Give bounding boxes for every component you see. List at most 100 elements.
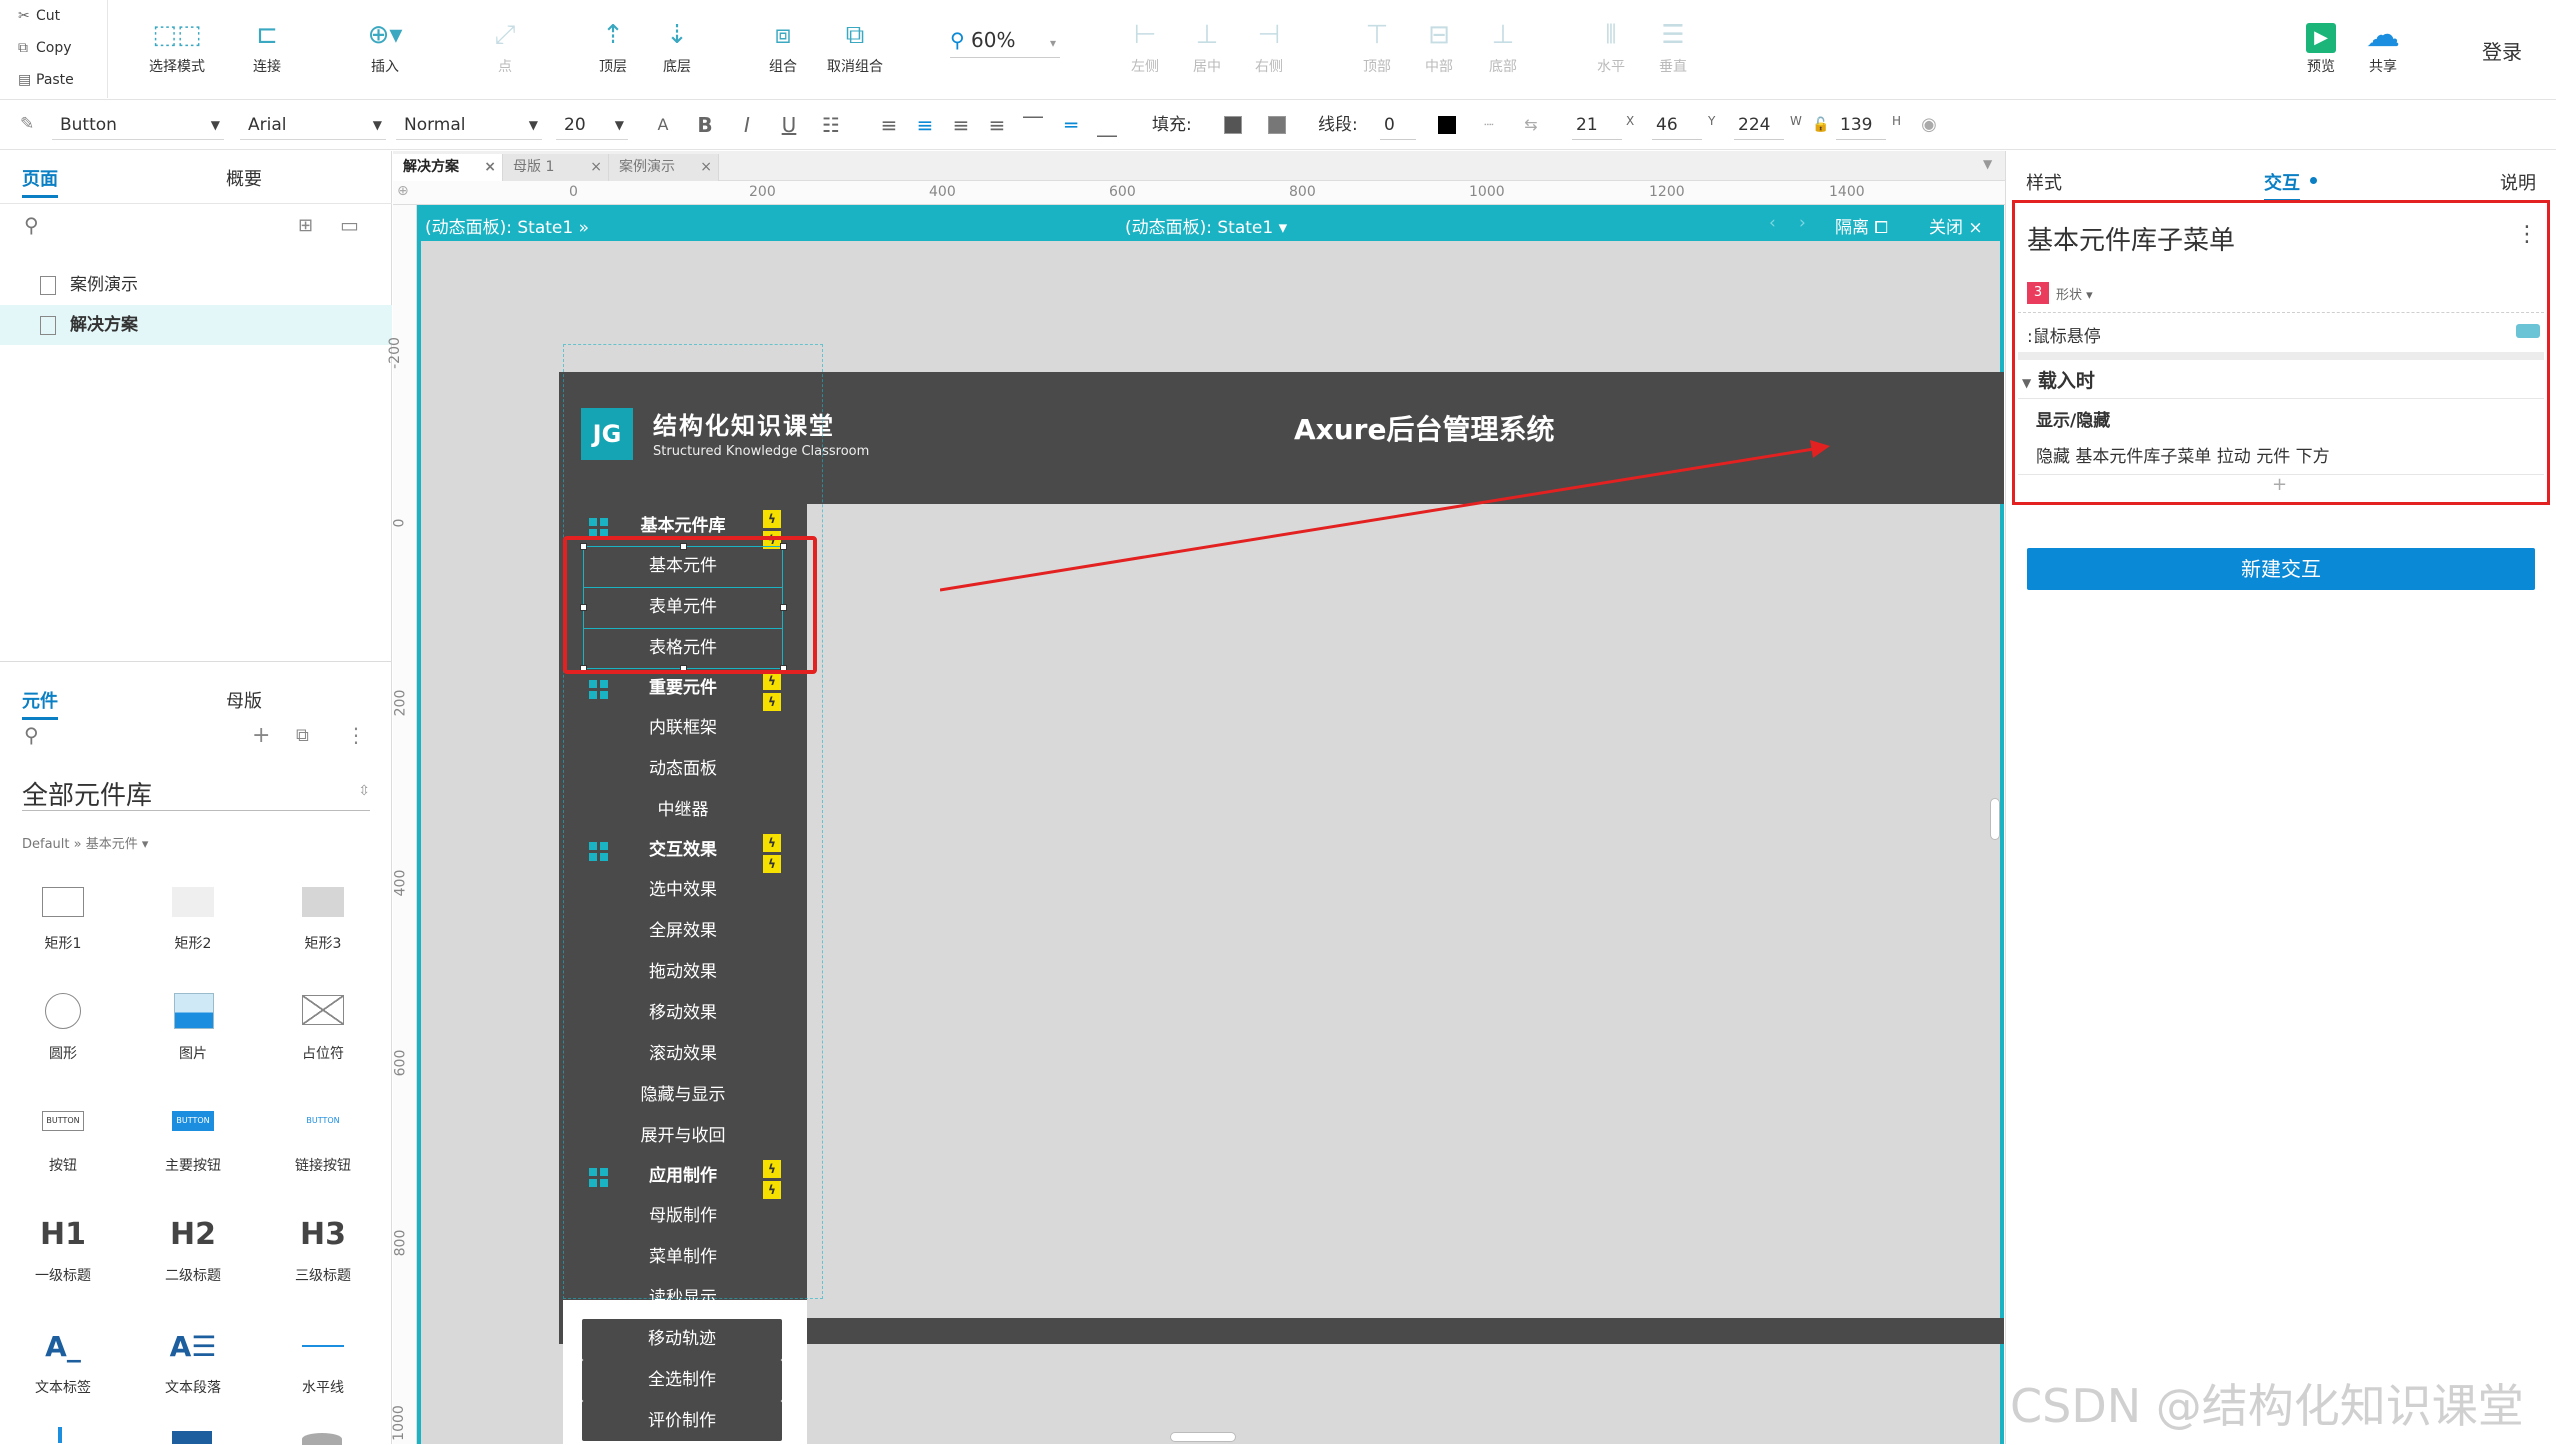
paste-button[interactable]: ▤ Paste bbox=[0, 64, 107, 96]
add-page-icon[interactable]: ⊞ bbox=[298, 215, 313, 236]
widget-h3[interactable]: H3 三级标题 bbox=[268, 1205, 378, 1285]
widget-rectangle3[interactable]: 矩形3 bbox=[268, 873, 378, 953]
vertical-scroll-handle[interactable] bbox=[1990, 798, 2000, 840]
login-link[interactable]: 登录 bbox=[2482, 36, 2522, 65]
close-panel-button[interactable]: 关闭 × bbox=[1929, 213, 1983, 238]
h1-icon: H1 bbox=[40, 1217, 86, 1252]
tab-pages[interactable]: 页面 bbox=[22, 165, 58, 198]
widget-button[interactable]: BUTTON 按钮 bbox=[8, 1095, 118, 1175]
tab-master1[interactable]: 母版 1 × bbox=[503, 154, 609, 181]
tabs-menu-icon[interactable]: ▼ bbox=[1983, 157, 1992, 171]
dynamic-panel-state-select[interactable]: (动态面板): State1 ▾ bbox=[1125, 213, 1287, 238]
more-icon[interactable]: ⋮ bbox=[346, 723, 366, 747]
search-icon[interactable]: ⚲ bbox=[24, 213, 39, 237]
widget-text-label[interactable]: A_ 文本标签 bbox=[8, 1317, 118, 1397]
new-interaction-button[interactable]: 新建交互 bbox=[2027, 548, 2535, 590]
widget-type-select[interactable]: Button ▼ bbox=[52, 110, 224, 140]
connect-button[interactable]: ⊏ 连接 bbox=[222, 14, 312, 76]
valign-top-icon[interactable]: ⎺ bbox=[1020, 110, 1046, 140]
font-style-select[interactable]: Normal ▼ bbox=[396, 110, 542, 140]
italic-icon[interactable]: I bbox=[734, 110, 760, 140]
prev-state-icon[interactable]: ‹ bbox=[1769, 213, 1776, 233]
widget-h1[interactable]: H1 一级标题 bbox=[8, 1205, 118, 1285]
line-color-swatch[interactable] bbox=[1438, 116, 1456, 134]
ungroup-button[interactable]: ⧉ 取消组合 bbox=[810, 14, 900, 76]
align-text-right-icon[interactable]: ≡ bbox=[948, 110, 974, 140]
tab-outline[interactable]: 概要 bbox=[226, 165, 262, 191]
add-library-icon[interactable]: + bbox=[252, 723, 270, 748]
point-button[interactable]: ⤢ 点 bbox=[460, 14, 550, 76]
dynamic-panel-breadcrumb[interactable]: (动态面板): State1 » bbox=[425, 213, 589, 238]
lock-icon[interactable]: 🔓 bbox=[1808, 110, 1834, 140]
menu-item[interactable]: 全选制作 bbox=[582, 1360, 782, 1401]
insert-button[interactable]: ⊕▾ 插入 bbox=[340, 14, 430, 76]
fill-color-swatch[interactable] bbox=[1224, 116, 1242, 134]
widget-link-button[interactable]: BUTTON 链接按钮 bbox=[268, 1095, 378, 1175]
widget-rectangle2[interactable]: 矩形2 bbox=[138, 873, 248, 953]
line-width-field[interactable]: 0 bbox=[1380, 110, 1416, 140]
scissors-icon: ✂ bbox=[18, 8, 30, 24]
x-field[interactable]: 21 bbox=[1572, 110, 1622, 140]
align-bottom-button[interactable]: ⊥ 底部 bbox=[1458, 14, 1548, 76]
next-state-icon[interactable]: › bbox=[1799, 213, 1806, 233]
width-field[interactable]: 224 bbox=[1734, 110, 1784, 140]
select-mode-button[interactable]: ⬚⬚ 选择模式 bbox=[132, 14, 222, 76]
tab-solution[interactable]: 解决方案 × bbox=[393, 154, 503, 181]
close-icon[interactable]: × bbox=[700, 154, 712, 181]
close-icon[interactable]: × bbox=[590, 154, 602, 181]
widget-tabs: 元件 母版 bbox=[0, 673, 392, 723]
search-icon[interactable]: ⚲ bbox=[24, 723, 39, 747]
tab-interaction[interactable]: 交互 bbox=[2264, 169, 2300, 202]
horizontal-scroll-handle[interactable] bbox=[1170, 1432, 1236, 1442]
menu-item[interactable]: 移动轨迹 bbox=[582, 1319, 782, 1360]
fill-gradient-swatch[interactable] bbox=[1268, 116, 1286, 134]
add-folder-icon[interactable]: ▭ bbox=[340, 213, 359, 237]
share-button[interactable]: ☁ 共享 bbox=[2338, 14, 2428, 76]
font-color-icon[interactable]: A bbox=[650, 110, 676, 140]
valign-middle-icon[interactable]: ═ bbox=[1058, 110, 1084, 140]
align-right-button[interactable]: ⊣ 右侧 bbox=[1224, 14, 1314, 76]
widget-horizontal-line[interactable]: 水平线 bbox=[268, 1317, 378, 1397]
bold-icon[interactable]: B bbox=[692, 110, 718, 140]
widget-placeholder[interactable]: 占位符 bbox=[268, 983, 378, 1063]
page-item-solution[interactable]: 解决方案 bbox=[0, 305, 392, 345]
document-tabs: 解决方案 × 母版 1 × 案例演示 × ▼ bbox=[393, 151, 2005, 181]
widget-primary-button[interactable]: BUTTON 主要按钮 bbox=[138, 1095, 248, 1175]
font-select[interactable]: Arial ▼ bbox=[240, 110, 386, 140]
tab-masters[interactable]: 母版 bbox=[226, 687, 262, 713]
menu-item[interactable]: 评价制作 bbox=[582, 1401, 782, 1441]
widget-h2[interactable]: H2 二级标题 bbox=[138, 1205, 248, 1285]
isolate-button[interactable]: 隔离 ⧠ bbox=[1835, 213, 1888, 238]
tab-style[interactable]: 样式 bbox=[2026, 169, 2062, 195]
tab-demo[interactable]: 案例演示 × bbox=[609, 154, 719, 181]
visibility-eye-icon[interactable]: ◉ bbox=[1916, 110, 1942, 140]
cut-button[interactable]: ✂ Cut bbox=[0, 0, 107, 32]
underline-icon[interactable]: U bbox=[776, 110, 802, 140]
widget-text-paragraph[interactable]: A☰ 文本段落 bbox=[138, 1317, 248, 1397]
align-text-center-icon[interactable]: ≡ bbox=[912, 110, 938, 140]
zoom-select[interactable]: ⚲ 60% ▾ bbox=[950, 28, 1060, 58]
ruler-tick: 1000 bbox=[390, 1405, 407, 1441]
valign-bottom-icon[interactable]: ⎽ bbox=[1094, 110, 1120, 140]
arrow-style-icon[interactable]: ⇆ bbox=[1518, 110, 1544, 140]
tab-notes[interactable]: 说明 bbox=[2500, 169, 2536, 195]
format-bar: ✎ Button ▼ Arial ▼ Normal ▼ 20 ▼ A B I U ☷ ≡… bbox=[0, 100, 2556, 150]
font-size-select[interactable]: 20 ▼ bbox=[556, 110, 628, 140]
bullet-list-icon[interactable]: ☷ bbox=[818, 110, 844, 140]
copy-button[interactable]: ⧉ Copy bbox=[0, 32, 107, 64]
close-icon[interactable]: × bbox=[484, 154, 496, 181]
widget-rectangle1[interactable]: 矩形1 bbox=[8, 873, 118, 953]
widget-circle[interactable]: 圆形 bbox=[8, 983, 118, 1063]
tab-widgets[interactable]: 元件 bbox=[22, 687, 58, 720]
library-select[interactable]: 全部元件库 ⇳ bbox=[22, 775, 370, 811]
align-text-left-icon[interactable]: ≡ bbox=[876, 110, 902, 140]
height-field[interactable]: 139 bbox=[1836, 110, 1886, 140]
widget-image[interactable]: 图片 bbox=[138, 983, 248, 1063]
y-field[interactable]: 46 bbox=[1652, 110, 1702, 140]
library-menu-icon[interactable]: ⧉ bbox=[296, 725, 309, 746]
justify-icon[interactable]: ≡ bbox=[984, 110, 1010, 140]
send-back-button[interactable]: ⇣ 底层 bbox=[632, 14, 722, 76]
distribute-vertical-button[interactable]: ☰ 垂直 bbox=[1628, 14, 1718, 76]
page-item-demo[interactable]: 案例演示 bbox=[0, 265, 392, 305]
line-pattern-icon[interactable]: ┈ bbox=[1476, 110, 1502, 140]
